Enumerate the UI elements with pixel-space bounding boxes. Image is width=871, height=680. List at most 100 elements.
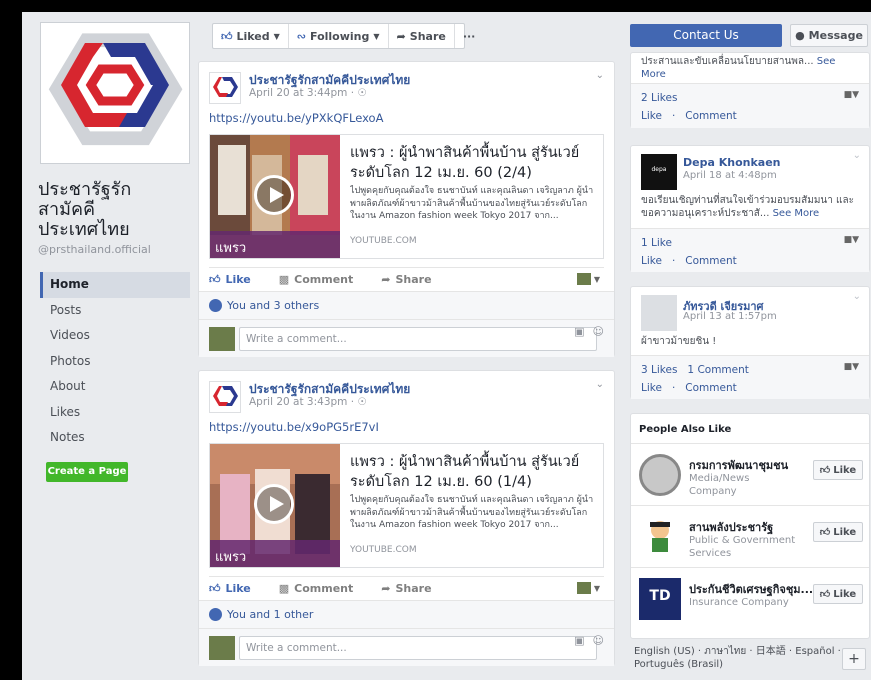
likes-count[interactable]: 1 Like xyxy=(641,237,672,249)
video-thumbnail[interactable]: แพรว xyxy=(210,444,340,567)
post-timestamp[interactable]: April 20 at 3:44pm · ☉ xyxy=(249,87,367,99)
visitor-post-time[interactable]: April 13 at 1:57pm xyxy=(683,311,777,322)
language-links[interactable]: English (US) · ภาษาไทย · 日本語 · Español ·… xyxy=(630,645,870,671)
page-title[interactable]: ประชารัฐรัก สามัคคี ประเทศไทย xyxy=(38,180,188,240)
visitor-post-text: ประสานและขับเคลื่อนนโยบายสานพล... See Mo… xyxy=(631,53,869,81)
message-button[interactable]: ● Message xyxy=(790,24,868,47)
share-button[interactable]: ➦ Share xyxy=(381,582,431,595)
page-handle[interactable]: @prsthailand.official xyxy=(38,243,151,256)
globe-icon: ☉ xyxy=(357,396,367,408)
likes-count[interactable]: 3 Likes xyxy=(641,364,677,376)
visitor-avatar[interactable] xyxy=(641,295,677,331)
nav-item-photos[interactable]: Photos xyxy=(40,349,190,375)
post-options-chevron-icon[interactable]: ⌄ xyxy=(853,291,861,302)
caret-down-icon: ▼ xyxy=(593,274,600,284)
visitor-post-card: depa Depa Khonkaen April 18 at 4:48pm ⌄ … xyxy=(630,145,870,272)
suggested-page-avatar[interactable] xyxy=(639,454,681,496)
see-more-link[interactable]: See More xyxy=(773,208,820,219)
like-page-button[interactable]: 👍︎ Like xyxy=(813,460,863,480)
link-card-description: ไปพูดคุยกับคุณต้องใจ ธนชาบันท์ และคุณลิน… xyxy=(350,186,594,221)
play-icon[interactable] xyxy=(254,175,294,215)
comment-input[interactable]: Write a comment... xyxy=(239,327,597,351)
share-label: Share xyxy=(395,273,432,286)
like-link[interactable]: Like xyxy=(641,110,662,122)
share-button[interactable]: ➦ Share xyxy=(381,273,431,286)
liked-button[interactable]: 👍︎ Liked ▼ xyxy=(213,24,289,48)
language-list[interactable]: English (US) · ภาษาไทย · 日本語 · Español ·… xyxy=(634,646,841,670)
post-link[interactable]: https://youtu.be/x9oPG5rE7vI xyxy=(209,420,379,434)
video-thumbnail[interactable]: แพรว xyxy=(210,135,340,258)
nav-item-posts[interactable]: Posts xyxy=(40,298,190,324)
post-author-avatar[interactable] xyxy=(209,381,241,413)
page-logo-icon xyxy=(213,77,238,97)
add-language-button[interactable]: + xyxy=(842,648,866,670)
page-avatar-icon xyxy=(576,273,591,285)
share-page-button[interactable]: ➦ Share xyxy=(389,24,455,48)
create-page-button[interactable]: Create a Page xyxy=(46,462,128,482)
comments-count[interactable]: 1 Comment xyxy=(687,364,748,376)
nav-item-likes[interactable]: Likes xyxy=(40,400,190,426)
share-label: Share xyxy=(409,29,446,43)
nav-item-notes[interactable]: Notes xyxy=(40,425,190,451)
post-likes-summary[interactable]: You and 1 other xyxy=(199,600,614,628)
comment-tools: ▣ ☺ xyxy=(574,634,604,647)
visitor-avatar[interactable]: depa xyxy=(641,154,677,190)
play-icon[interactable] xyxy=(254,484,294,524)
like-button[interactable]: 👍︎ Like xyxy=(209,273,251,286)
post-likes-summary[interactable]: You and 3 others xyxy=(199,291,614,319)
post-as-selector[interactable]: ■▼ xyxy=(844,90,859,100)
camera-icon[interactable]: ▣ xyxy=(574,634,584,647)
camera-icon[interactable]: ▣ xyxy=(574,325,584,338)
like-button[interactable]: 👍︎ Like xyxy=(209,582,251,595)
suggested-page-category: Insurance Company xyxy=(689,597,789,608)
post-link[interactable]: https://youtu.be/yPXkQFLexoA xyxy=(209,111,383,125)
following-button[interactable]: ∾ Following ▼ xyxy=(289,24,389,48)
nav-item-about[interactable]: About xyxy=(40,374,190,400)
comment-button[interactable]: ▩ Comment xyxy=(279,273,354,286)
thumbs-up-icon: 👍︎ xyxy=(819,465,831,476)
comment-composer: Write a comment... ▣ ☺ xyxy=(199,628,614,666)
like-link[interactable]: Like xyxy=(641,382,662,394)
like-page-button[interactable]: 👍︎ Like xyxy=(813,522,863,542)
comment-button[interactable]: ▩ Comment xyxy=(279,582,354,595)
link-preview-card[interactable]: แพรว แพรว : ผู้นำพาสินค้าพื้นบ้าน สู่รัน… xyxy=(209,443,604,568)
nav-item-videos[interactable]: Videos xyxy=(40,323,190,349)
page-nav: Home Posts Videos Photos About Likes Not… xyxy=(40,272,190,451)
contact-us-button[interactable]: Contact Us xyxy=(630,24,782,47)
likes-count[interactable]: 2 Likes xyxy=(641,92,677,104)
page-title-line: ประเทศไทย xyxy=(38,219,130,240)
likes-text: You and 1 other xyxy=(227,608,314,621)
page-title-line: สามัคคี xyxy=(38,199,96,220)
post-meta: 2 Likes Like · Comment ■▼ xyxy=(631,83,869,128)
visitor-post-time[interactable]: April 18 at 4:48pm xyxy=(683,170,777,181)
post-author-avatar[interactable] xyxy=(209,72,241,104)
link-preview-card[interactable]: แพรว แพรว : ผู้นำพาสินค้าพื้นบ้าน สู่รัน… xyxy=(209,134,604,259)
post-as-selector[interactable]: ▼ xyxy=(576,582,600,594)
comment-link[interactable]: Comment xyxy=(685,110,736,122)
left-sidebar: ประชารัฐรัก สามัคคี ประเทศไทย @prsthaila… xyxy=(22,12,199,680)
suggested-page-avatar[interactable]: TD xyxy=(639,578,681,620)
post-as-selector[interactable]: ■▼ xyxy=(844,235,859,245)
link-card-source: YOUTUBE.COM xyxy=(350,236,417,246)
emoji-icon[interactable]: ☺ xyxy=(593,634,604,647)
suggested-page-avatar[interactable] xyxy=(639,516,681,558)
nav-item-home[interactable]: Home xyxy=(40,272,190,298)
like-link[interactable]: Like xyxy=(641,255,662,267)
post-as-selector[interactable]: ▼ xyxy=(576,273,600,285)
post-options-chevron-icon[interactable]: ⌄ xyxy=(853,150,861,161)
profile-picture[interactable] xyxy=(40,22,190,164)
caret-down-icon: ▼ xyxy=(373,31,380,41)
comment-link[interactable]: Comment xyxy=(685,382,736,394)
post-timestamp[interactable]: April 20 at 3:43pm · ☉ xyxy=(249,396,367,408)
like-page-button[interactable]: 👍︎ Like xyxy=(813,584,863,604)
visitor-name[interactable]: Depa Khonkaen xyxy=(683,156,781,169)
post-options-chevron-icon[interactable]: ⌄ xyxy=(596,70,604,81)
post-as-selector[interactable]: ■▼ xyxy=(844,362,859,372)
link-card-title[interactable]: แพรว : ผู้นำพาสินค้าพื้นบ้าน สู่รันเวย์ร… xyxy=(350,143,595,183)
link-card-title[interactable]: แพรว : ผู้นำพาสินค้าพื้นบ้าน สู่รันเวย์ร… xyxy=(350,452,595,492)
emoji-icon[interactable]: ☺ xyxy=(593,325,604,338)
comment-input[interactable]: Write a comment... xyxy=(239,636,597,660)
more-options-button[interactable]: ··· xyxy=(455,24,484,48)
post-options-chevron-icon[interactable]: ⌄ xyxy=(596,379,604,390)
comment-link[interactable]: Comment xyxy=(685,255,736,267)
